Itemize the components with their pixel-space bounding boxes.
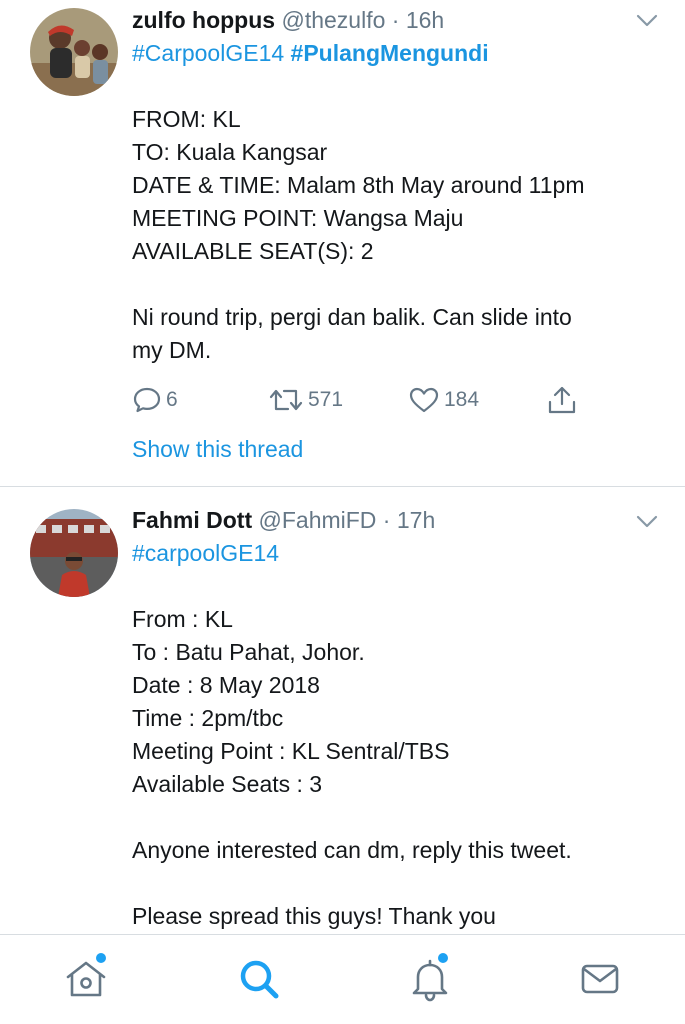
tweet-text-line: To : Batu Pahat, Johor. [132, 639, 365, 665]
retweet-icon [268, 385, 304, 415]
avatar[interactable] [30, 8, 118, 96]
hashtag-line: #carpoolGE14 [132, 537, 279, 569]
tweet-header: zulfo hoppus @thezulfo · 16h [132, 4, 625, 36]
notification-dot [438, 953, 448, 963]
retweet-count: 571 [308, 388, 344, 411]
tweet-actions: 6 571 184 [132, 383, 592, 417]
tweet-text-line: Time : 2pm/tbc [132, 705, 284, 731]
tweet-card[interactable]: Fahmi Dott @FahmiFD · 17h #carpoolGE14 F… [0, 487, 685, 935]
tweet-text-line: TO: Kuala Kangsar [132, 139, 328, 165]
tweet-text: From : KL To : Batu Pahat, Johor. Date :… [132, 603, 661, 933]
avatar[interactable] [30, 509, 118, 597]
hashtag-link[interactable]: #carpoolGE14 [132, 540, 279, 566]
chevron-down-icon[interactable] [635, 8, 659, 32]
display-name[interactable]: Fahmi Dott [132, 507, 252, 533]
home-tab[interactable] [62, 953, 110, 1003]
hashtag-line: #CarpoolGE14 #PulangMengundi [132, 37, 489, 69]
messages-tab[interactable] [576, 955, 624, 1003]
tweet-header: Fahmi Dott @FahmiFD · 17h [132, 504, 625, 536]
notification-dot [96, 953, 106, 963]
like-count: 184 [444, 388, 480, 411]
hashtag-link[interactable]: #CarpoolGE14 [132, 40, 284, 66]
notifications-icon [406, 955, 454, 1003]
share-icon [546, 384, 578, 416]
tweet-text-line: DATE & TIME: Malam 8th May around 11pm [132, 172, 585, 198]
tweet-text-line: my DM. [132, 337, 212, 363]
reply-icon [132, 385, 162, 415]
like-button[interactable]: 184 [408, 383, 479, 417]
user-handle[interactable]: @FahmiFD [259, 507, 377, 533]
tweet-text-line: AVAILABLE SEAT(S): 2 [132, 238, 374, 264]
chevron-down-icon[interactable] [635, 509, 659, 533]
separator: · [385, 7, 406, 33]
tweet-text-line: FROM: KL [132, 106, 241, 132]
tweet-text-line: Meeting Point : KL Sentral/TBS [132, 738, 450, 764]
tweet-text-line: Ni round trip, pergi dan balik. Can slid… [132, 304, 572, 330]
search-icon [235, 955, 283, 1003]
retweet-button[interactable]: 571 [268, 383, 343, 417]
messages-icon [576, 955, 624, 1003]
tweet-text: FROM: KL TO: Kuala Kangsar DATE & TIME: … [132, 103, 661, 367]
notifications-tab[interactable] [406, 953, 454, 1003]
reply-count: 6 [166, 388, 178, 411]
separator: · [376, 507, 397, 533]
tweet-text-line: From : KL [132, 606, 233, 632]
hashtag-link[interactable]: #PulangMengundi [291, 40, 489, 66]
timestamp[interactable]: 16h [406, 7, 444, 33]
search-tab[interactable] [235, 955, 283, 1003]
bottom-tab-bar [0, 934, 685, 1024]
share-button[interactable] [546, 383, 578, 417]
tweet-text-line: Please spread this guys! Thank you [132, 903, 496, 929]
timestamp[interactable]: 17h [397, 507, 435, 533]
show-thread-link[interactable]: Show this thread [132, 433, 303, 465]
tweet-card[interactable]: zulfo hoppus @thezulfo · 16h #CarpoolGE1… [0, 0, 685, 487]
heart-icon [408, 385, 440, 415]
user-handle[interactable]: @thezulfo [281, 7, 385, 33]
reply-button[interactable]: 6 [132, 383, 178, 417]
display-name[interactable]: zulfo hoppus [132, 7, 275, 33]
tweet-text-line: Available Seats : 3 [132, 771, 323, 797]
tweet-text-line: MEETING POINT: Wangsa Maju [132, 205, 464, 231]
tweet-text-line: Date : 8 May 2018 [132, 672, 320, 698]
tweet-text-line: Anyone interested can dm, reply this twe… [132, 837, 572, 863]
